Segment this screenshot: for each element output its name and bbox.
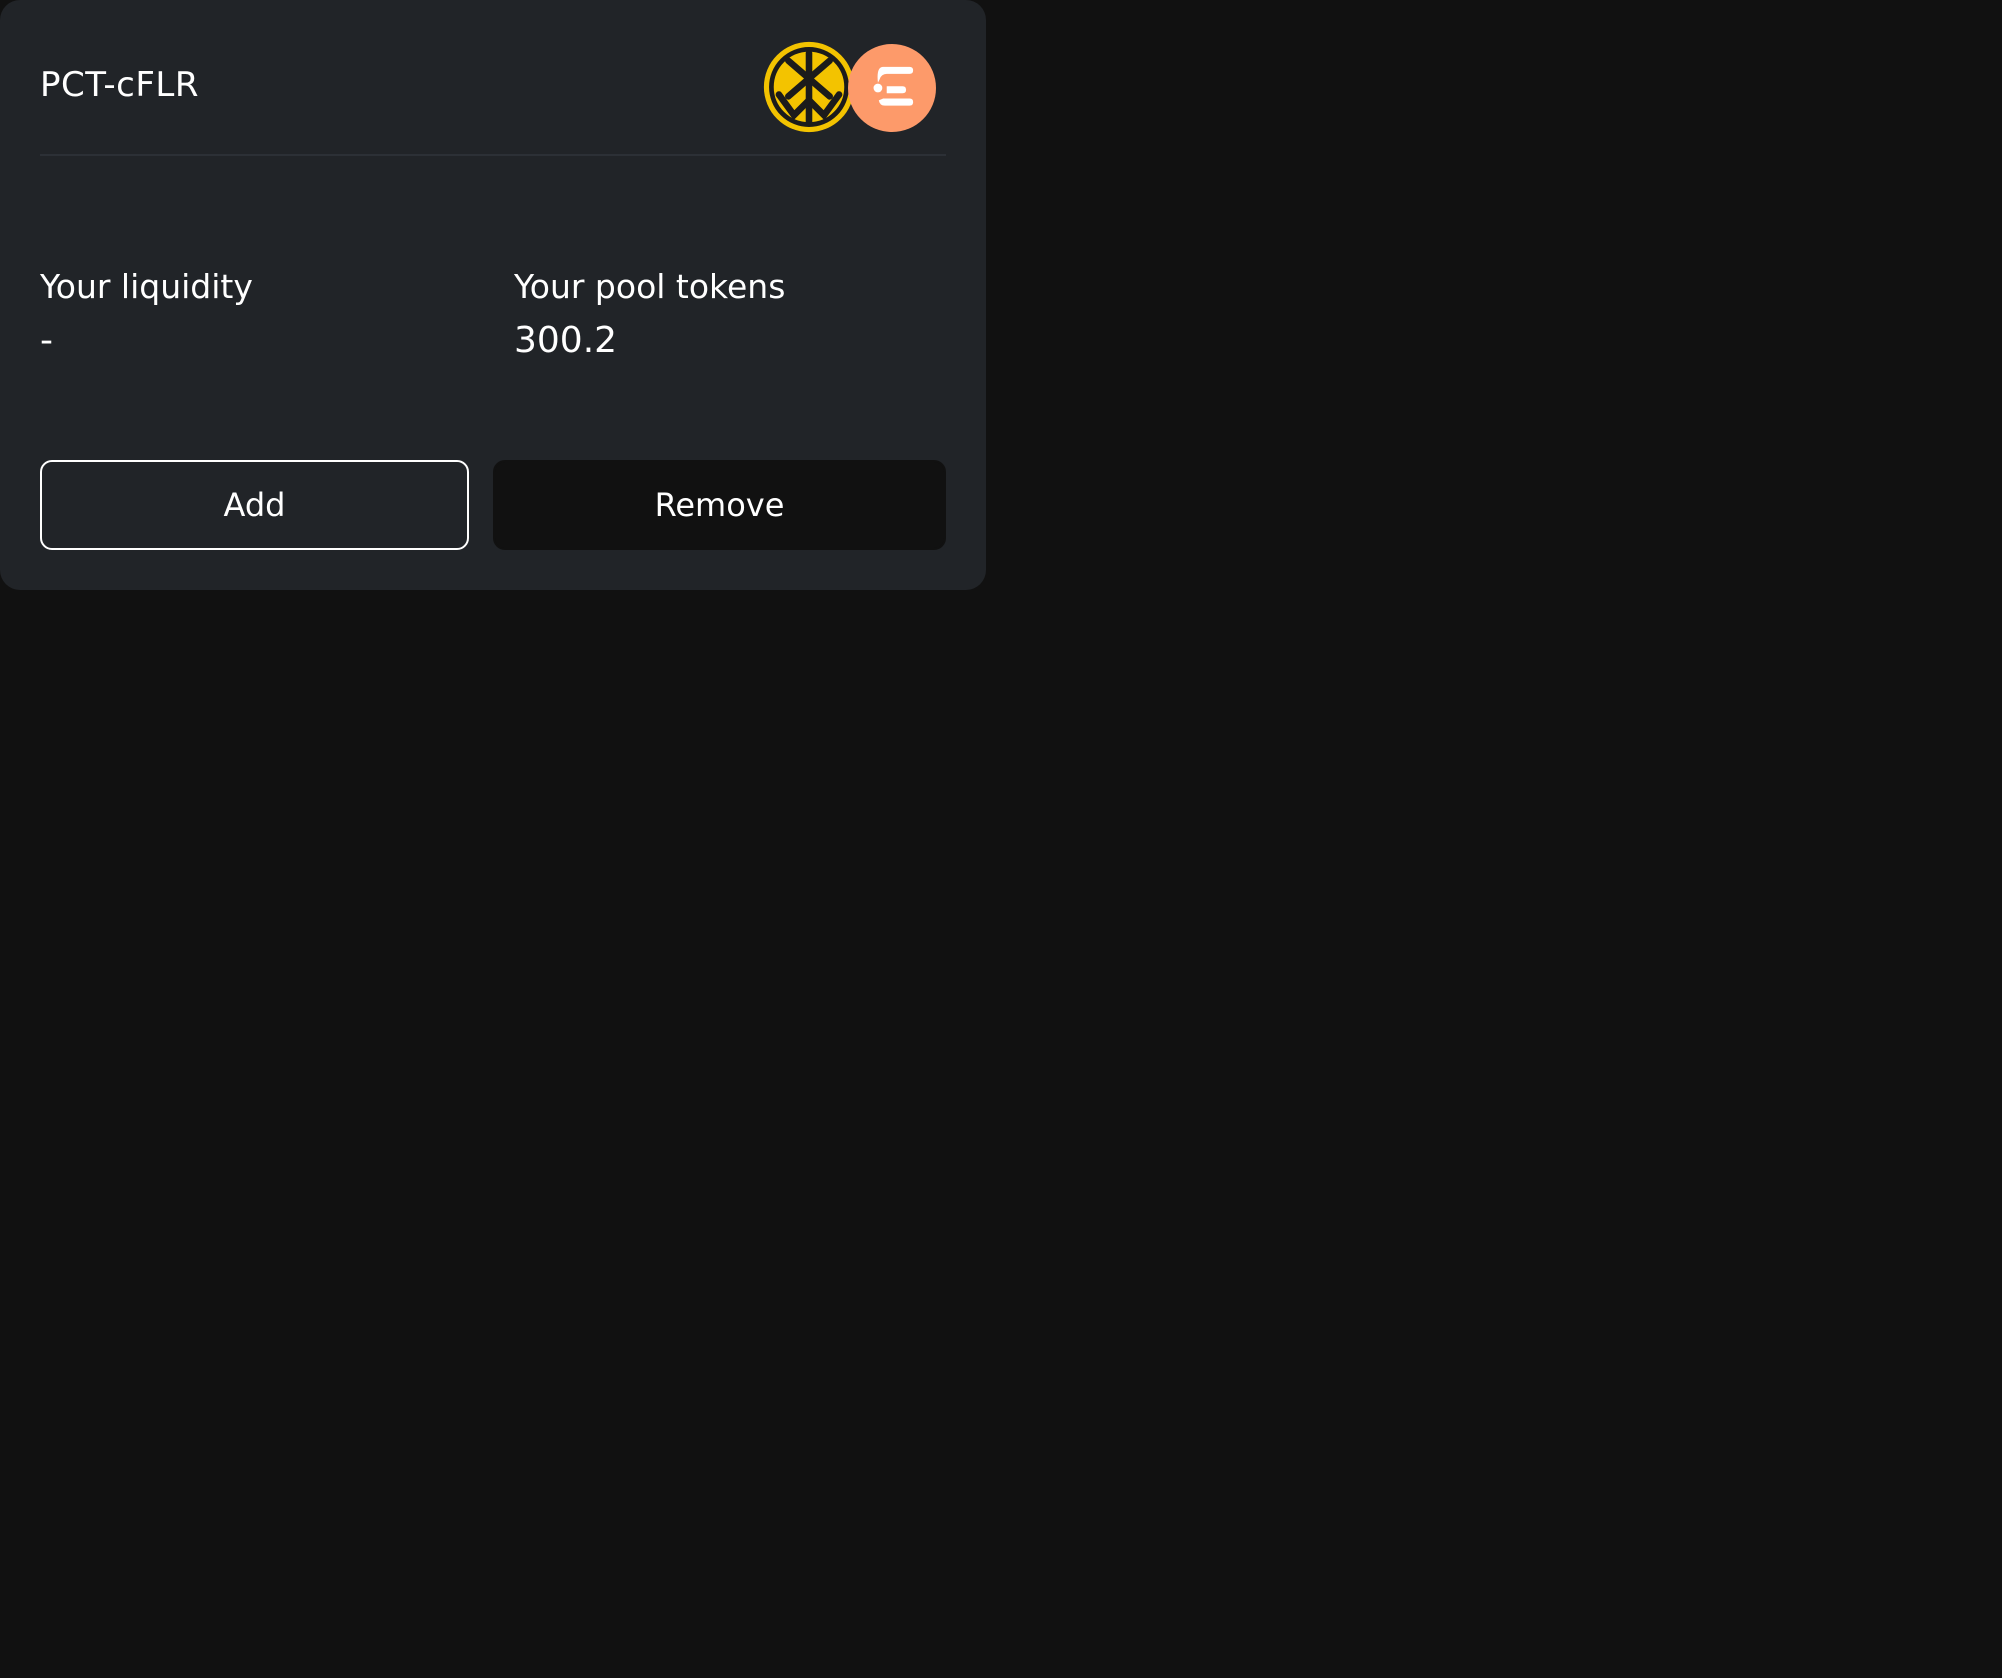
token-icon-pair [762,38,942,136]
card-header: PCT-cFLR [40,38,946,156]
cflr-token-icon [848,44,936,132]
liquidity-label: Your liquidity [40,267,253,306]
liquidity-stat: Your liquidity - [40,270,253,359]
pool-tokens-value: 300.2 [514,320,618,361]
liquidity-value: - [40,320,53,361]
pct-token-icon [763,41,855,133]
pair-name: PCT-cFLR [40,65,199,105]
remove-liquidity-button[interactable]: Remove [493,460,946,550]
add-liquidity-button[interactable]: Add [40,460,469,550]
pool-tokens-stat: Your pool tokens 300.2 [514,270,785,359]
position-stats: Your liquidity - Your pool tokens 300.2 [40,270,946,370]
pool-tokens-label: Your pool tokens [514,267,786,306]
pool-position-card: PCT-cFLR Your liquidity - Your pool toke… [0,0,986,590]
